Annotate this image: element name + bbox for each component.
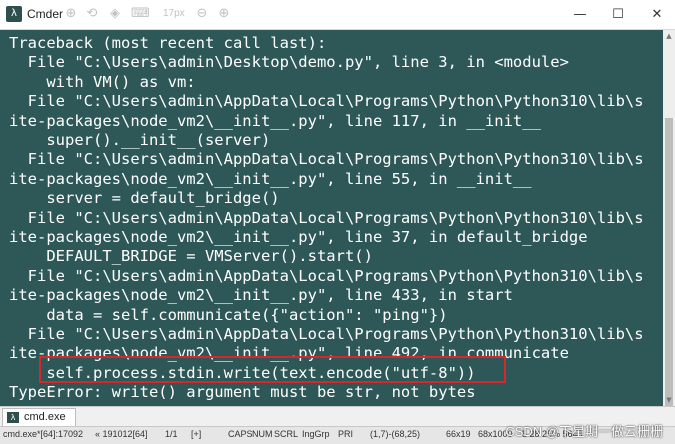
status-scrl: SCRL: [274, 429, 299, 439]
terminal-line: ite-packages\node_vm2\__init__.py", line…: [9, 169, 532, 188]
terminal-line: super().__init__(server): [9, 131, 271, 149]
vertical-scrollbar[interactable]: ▲ ▼: [663, 30, 675, 408]
new-tab-icon[interactable]: ⊕: [63, 6, 79, 22]
terminal-line-error: TypeError: write() argument must be str,…: [9, 383, 476, 402]
window-title: Cmder: [27, 7, 64, 21]
status-process[interactable]: cmd.exe*[64]:17092: [3, 429, 83, 439]
zoom-out-icon[interactable]: ⊖: [194, 6, 210, 22]
tab-cmd-exe[interactable]: λ cmd.exe: [2, 408, 76, 426]
scroll-down-arrow-icon[interactable]: ▼: [663, 394, 675, 406]
scroll-up-arrow-icon[interactable]: ▲: [663, 30, 675, 42]
status-buffer[interactable]: « 191012[64]: [95, 429, 148, 439]
terminal-line: DEFAULT_BRIDGE = VMServer().start(): [9, 247, 373, 266]
status-pri: PRI: [338, 429, 354, 439]
terminal-console[interactable]: Traceback (most recent call last): File …: [0, 30, 663, 406]
watermark-text: CSDN @下星期一做云栅栅: [505, 424, 663, 439]
restart-icon[interactable]: ⟲: [84, 6, 100, 22]
terminal-line: server = default_bridge(): [9, 189, 280, 208]
terminal-line: File "C:\Users\admin\AppData\Local\Progr…: [9, 325, 644, 343]
maximize-button[interactable]: ☐: [600, 0, 636, 29]
status-ime: IngGrp: [302, 429, 330, 439]
terminal-line: File "C:\Users\admin\AppData\Local\Progr…: [9, 92, 644, 111]
terminal-line: File "C:\Users\admin\AppData\Local\Progr…: [9, 208, 644, 227]
status-pages[interactable]: 1/1: [165, 429, 178, 439]
tag-icon[interactable]: ◈: [107, 6, 123, 22]
zoom-in-icon[interactable]: ⊕: [216, 6, 232, 22]
minimize-button[interactable]: —: [562, 0, 598, 29]
font-size-label[interactable]: 17px: [163, 8, 185, 19]
terminal-line: ite-packages\node_vm2\__init__.py", line…: [9, 111, 541, 130]
close-button[interactable]: ✕: [639, 0, 675, 29]
terminal-line: Traceback (most recent call last):: [9, 34, 327, 52]
keyboard-icon[interactable]: ⌨: [131, 6, 150, 22]
terminal-line: File "C:\Users\admin\Desktop\demo.py", l…: [9, 53, 569, 72]
terminal-line: with VM() as vm:: [9, 72, 196, 91]
red-highlight-annotation: [39, 356, 506, 383]
console-icon: λ: [7, 412, 19, 423]
title-bar: λ Cmder ⊕ ⟲ ◈ ⌨ 17px ⊖ ⊕ — ☐ ✕: [0, 0, 675, 30]
status-num: NUM: [252, 429, 273, 439]
status-caps: CAPS: [228, 429, 253, 439]
scroll-thumb[interactable]: [665, 118, 673, 408]
tab-label: cmd.exe: [24, 411, 66, 423]
terminal-line: File "C:\Users\admin\AppData\Local\Progr…: [9, 266, 644, 285]
status-cursor: (1,7)-(68,25): [370, 429, 421, 439]
terminal-line: data = self.communicate({"action": "ping…: [9, 305, 448, 324]
status-plus[interactable]: [+]: [191, 429, 201, 439]
terminal-line: ite-packages\node_vm2\__init__.py", line…: [9, 286, 513, 305]
status-size: 66x19: [446, 429, 471, 439]
cmder-app-icon: λ: [6, 6, 22, 22]
terminal-line: ite-packages\node_vm2\__init__.py", line…: [9, 228, 588, 246]
terminal-line: File "C:\Users\admin\AppData\Local\Progr…: [9, 150, 644, 169]
